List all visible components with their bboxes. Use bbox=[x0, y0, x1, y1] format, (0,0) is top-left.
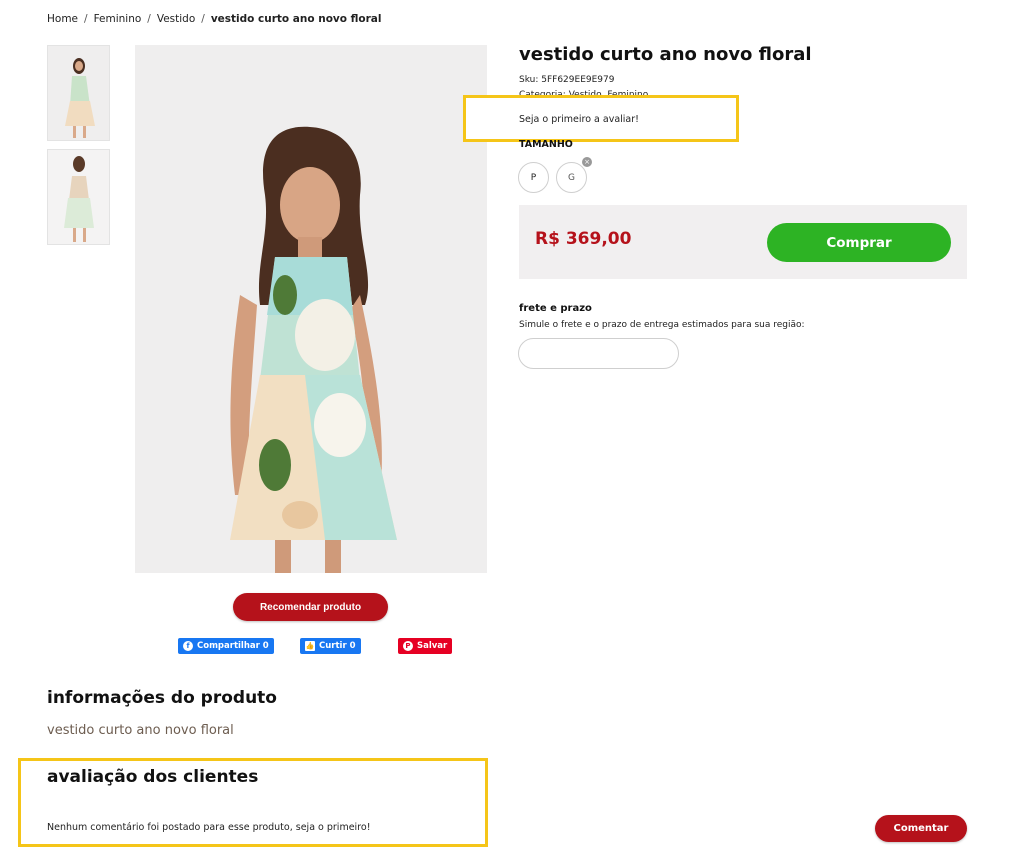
size-option-g[interactable]: G bbox=[556, 162, 587, 193]
facebook-share-button[interactable]: f Compartilhar 0 bbox=[178, 638, 274, 654]
thumbnail-front[interactable] bbox=[47, 45, 110, 141]
breadcrumb-current: vestido curto ano novo floral bbox=[210, 13, 382, 25]
breadcrumb-separator: / bbox=[84, 13, 88, 25]
main-product-image[interactable] bbox=[135, 45, 487, 573]
pinterest-save-label: Salvar bbox=[417, 641, 448, 651]
shipping-title: frete e prazo bbox=[519, 303, 592, 314]
breadcrumb-home[interactable]: Home bbox=[47, 13, 78, 25]
dress-back-image bbox=[48, 150, 109, 244]
thumbs-up-icon: 👍 bbox=[305, 641, 315, 651]
buy-button[interactable]: Comprar bbox=[767, 223, 951, 262]
breadcrumb-separator: / bbox=[201, 13, 205, 25]
shipping-description: Simule o frete e o prazo de entrega esti… bbox=[519, 320, 805, 330]
no-reviews-message: Nenhum comentário foi postado para esse … bbox=[47, 822, 371, 833]
facebook-icon: f bbox=[183, 641, 193, 651]
breadcrumb-separator: / bbox=[147, 13, 151, 25]
unavailable-x-icon: × bbox=[582, 157, 592, 167]
dress-front-image bbox=[48, 46, 109, 140]
product-title: vestido curto ano novo floral bbox=[519, 44, 812, 65]
shipping-cep-input[interactable] bbox=[518, 338, 679, 369]
facebook-like-label: Curtir 0 bbox=[319, 641, 356, 651]
comment-button[interactable]: Comentar bbox=[875, 815, 967, 842]
rate-first-link[interactable]: Seja o primeiro a avaliar! bbox=[519, 114, 639, 125]
dress-model-image bbox=[135, 45, 487, 573]
facebook-share-label: Compartilhar 0 bbox=[197, 641, 269, 651]
pinterest-save-button[interactable]: P Salvar bbox=[398, 638, 453, 654]
pinterest-icon: P bbox=[403, 641, 413, 651]
product-info-heading: informações do produto bbox=[47, 688, 277, 708]
size-option-p[interactable]: P bbox=[518, 162, 549, 193]
breadcrumb-feminino[interactable]: Feminino bbox=[94, 13, 142, 25]
product-price: R$ 369,00 bbox=[535, 229, 632, 249]
thumbnail-back[interactable] bbox=[47, 149, 110, 245]
breadcrumb: Home / Feminino / Vestido / vestido curt… bbox=[47, 13, 382, 25]
product-sku: Sku: 5FF629EE9E979 bbox=[519, 75, 615, 85]
facebook-like-button[interactable]: 👍 Curtir 0 bbox=[300, 638, 361, 654]
breadcrumb-vestido[interactable]: Vestido bbox=[157, 13, 195, 25]
product-info-text: vestido curto ano novo floral bbox=[47, 723, 234, 738]
recommend-product-button[interactable]: Recomendar produto bbox=[233, 593, 388, 621]
size-label: TAMANHO bbox=[519, 139, 573, 150]
reviews-heading: avaliação dos clientes bbox=[47, 767, 259, 787]
